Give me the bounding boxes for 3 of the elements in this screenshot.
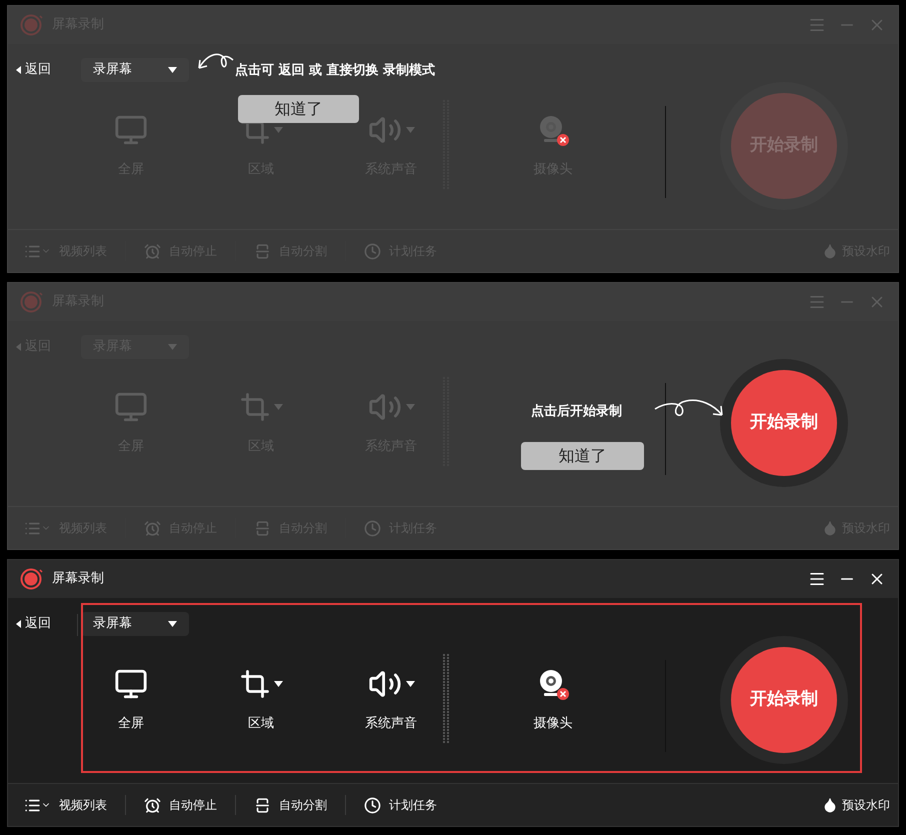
window-title: 屏幕录制: [52, 570, 104, 588]
tip-text: 点击后开始录制: [531, 402, 622, 421]
tip-text: 点击可 返回 或 直接切换 录制模式: [235, 62, 436, 80]
